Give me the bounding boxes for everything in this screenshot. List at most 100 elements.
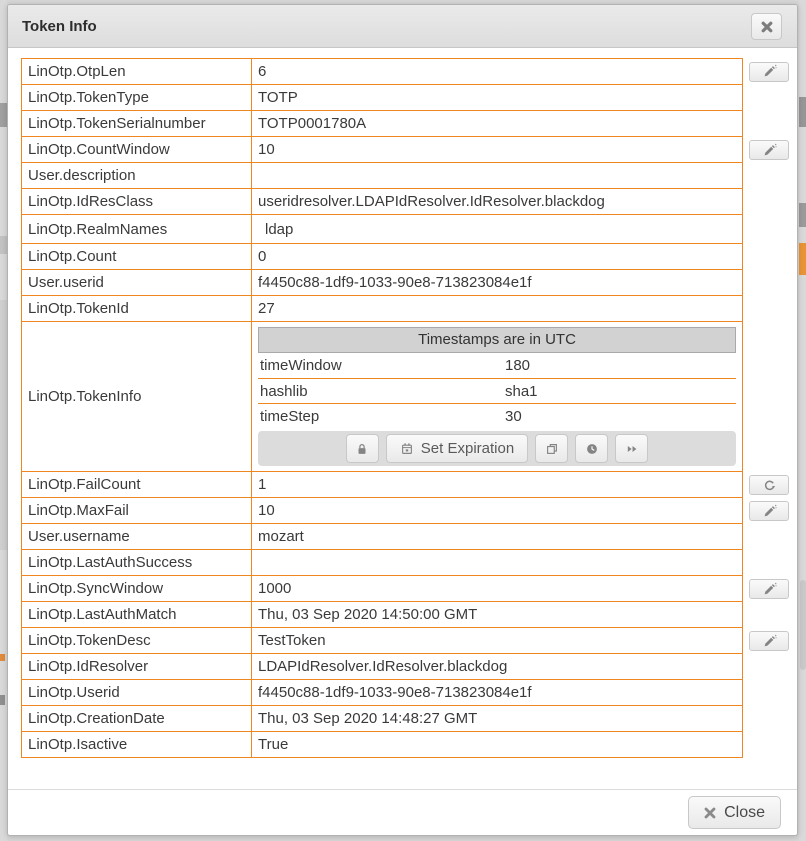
refresh-icon: [762, 478, 777, 493]
copy-icon: [545, 442, 559, 456]
row-action-slot: [743, 270, 793, 296]
row-value: Thu, 03 Sep 2020 14:48:27 GMT: [251, 706, 743, 732]
dialog-buttonpane: Close: [8, 789, 797, 835]
row-action-slot: [743, 576, 793, 602]
row-key: LinOtp.OtpLen: [21, 58, 251, 85]
background-left-item: [0, 300, 7, 550]
row-value: Timestamps are in UTC timeWindow 180 has…: [251, 322, 743, 472]
table-row: LinOtp.CountWindow 10: [21, 137, 793, 163]
tokeninfo-row-key: timeStep: [260, 407, 505, 426]
row-value: useridresolver.LDAPIdResolver.IdResolver…: [251, 189, 743, 215]
edit-value-button[interactable]: [749, 631, 789, 651]
tokeninfo-row-value: 180: [505, 356, 736, 375]
background-right-scrollbar[interactable]: [800, 580, 806, 670]
row-key: LinOtp.MaxFail: [21, 498, 251, 524]
lock-button[interactable]: [346, 434, 379, 463]
row-value: 10: [251, 498, 743, 524]
edit-value-button[interactable]: [749, 140, 789, 160]
table-row: LinOtp.OtpLen 6: [21, 58, 793, 85]
row-action-slot: [743, 296, 793, 322]
row-action-slot: [743, 215, 793, 244]
row-key: LinOtp.TokenSerialnumber: [21, 111, 251, 137]
dialog-titlebar: Token Info: [8, 5, 797, 48]
row-key: LinOtp.CountWindow: [21, 137, 251, 163]
background-right-item: [799, 203, 806, 227]
row-value: TOTP: [251, 85, 743, 111]
row-key: LinOtp.Count: [21, 244, 251, 270]
row-action-slot: [743, 498, 793, 524]
dialog-content: LinOtp.OtpLen 6 LinOtp.TokenType TOTP Li…: [8, 48, 797, 758]
reset-failcount-button[interactable]: [749, 475, 789, 495]
pencil-icon: [762, 143, 777, 158]
table-row: LinOtp.TokenType TOTP: [21, 85, 793, 111]
row-action-slot: [743, 706, 793, 732]
row-action-slot: [743, 58, 793, 85]
row-key: LinOtp.TokenInfo: [21, 322, 251, 472]
row-value: [251, 163, 743, 189]
pencil-icon: [762, 634, 777, 649]
pencil-icon: [762, 582, 777, 597]
edit-value-button[interactable]: [749, 62, 789, 82]
table-row: LinOtp.LastAuthSuccess: [21, 550, 793, 576]
copy-button[interactable]: [535, 434, 568, 463]
row-action-slot: [743, 602, 793, 628]
row-action-slot: [743, 189, 793, 215]
row-key: LinOtp.FailCount: [21, 472, 251, 498]
token-info-table: LinOtp.OtpLen 6 LinOtp.TokenType TOTP Li…: [21, 58, 793, 758]
row-action-slot: [743, 654, 793, 680]
row-action-slot: [743, 137, 793, 163]
row-value: 27: [251, 296, 743, 322]
row-key: LinOtp.RealmNames: [21, 215, 251, 244]
table-row: User.description: [21, 163, 793, 189]
tokeninfo-toolbar: Set Expiration: [258, 431, 736, 466]
table-row: LinOtp.TokenInfo Timestamps are in UTC t…: [21, 322, 793, 472]
table-row: User.username mozart: [21, 524, 793, 550]
seek-next-button[interactable]: [615, 434, 648, 463]
row-action-slot: [743, 472, 793, 498]
table-row: LinOtp.SyncWindow 1000: [21, 576, 793, 602]
background-right-accent: [799, 243, 806, 275]
clock-button[interactable]: [575, 434, 608, 463]
dialog-title: Token Info: [22, 18, 97, 35]
row-action-slot: [743, 163, 793, 189]
row-action-slot: [743, 111, 793, 137]
row-value: True: [251, 732, 743, 758]
row-key: User.userid: [21, 270, 251, 296]
edit-value-button[interactable]: [749, 501, 789, 521]
row-value: 0: [251, 244, 743, 270]
tokeninfo-row: timeWindow 180: [258, 353, 736, 378]
background-left-item: [0, 103, 7, 127]
table-row: LinOtp.LastAuthMatch Thu, 03 Sep 2020 14…: [21, 602, 793, 628]
calendar-icon: [400, 442, 414, 456]
row-action-slot: [743, 550, 793, 576]
tokeninfo-header: Timestamps are in UTC: [258, 327, 736, 353]
row-key: LinOtp.Isactive: [21, 732, 251, 758]
table-row: LinOtp.Isactive True: [21, 732, 793, 758]
background-left-item: [0, 695, 5, 705]
row-value: TOTP0001780A: [251, 111, 743, 137]
row-key: LinOtp.IdResolver: [21, 654, 251, 680]
row-key: LinOtp.Userid: [21, 680, 251, 706]
dialog-close-button[interactable]: [751, 13, 782, 40]
close-button[interactable]: Close: [688, 796, 781, 829]
tokeninfo-row-value: 30: [505, 407, 736, 426]
row-action-slot: [743, 524, 793, 550]
tokeninfo-row-key: timeWindow: [260, 356, 505, 375]
row-key: User.description: [21, 163, 251, 189]
tokeninfo-row: timeStep 30: [258, 403, 736, 428]
edit-value-button[interactable]: [749, 579, 789, 599]
row-value: 1000: [251, 576, 743, 602]
row-key: User.username: [21, 524, 251, 550]
row-action-slot: [743, 244, 793, 270]
tokeninfo-nested-table: Timestamps are in UTC timeWindow 180 has…: [258, 327, 736, 466]
table-row: LinOtp.TokenSerialnumber TOTP0001780A: [21, 111, 793, 137]
pencil-icon: [762, 64, 777, 79]
row-action-slot: [743, 85, 793, 111]
background-left-item: [0, 236, 7, 254]
row-key: LinOtp.LastAuthMatch: [21, 602, 251, 628]
row-action-slot: [743, 628, 793, 654]
row-value: ldap: [251, 215, 743, 244]
set-expiration-button[interactable]: Set Expiration: [386, 434, 528, 463]
row-key: LinOtp.TokenType: [21, 85, 251, 111]
row-key: LinOtp.TokenDesc: [21, 628, 251, 654]
